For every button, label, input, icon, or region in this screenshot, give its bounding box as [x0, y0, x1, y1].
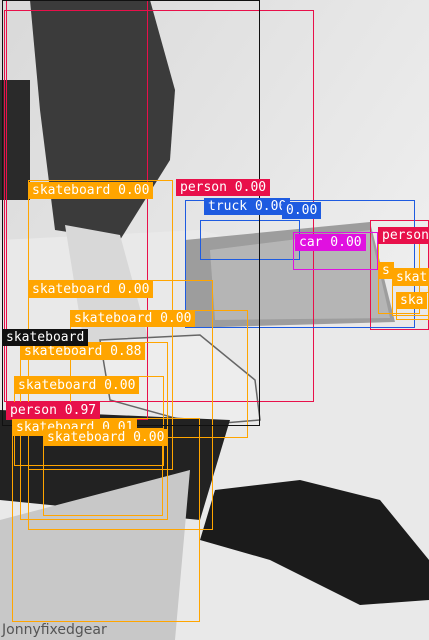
detection-label: person 0.00 [176, 179, 271, 196]
detection-label: person 0.97 [6, 402, 101, 419]
detection-label: skateboard [2, 329, 89, 346]
detection-label: truck 0.00 [204, 198, 291, 215]
detection-label: car 0.00 [295, 234, 366, 251]
photo-scene: person 0.00 person person 0.97 truck 0.0… [0, 0, 429, 640]
detection-label: person [378, 227, 429, 244]
detection-label: skateboard 0.00 [14, 377, 140, 394]
detection-label: skateboard 0.00 [28, 281, 154, 298]
detection-label: ska [396, 292, 428, 309]
detection-label: skateboard 0.00 [70, 310, 196, 327]
watermark-credit: Jonnyfixedgear [2, 622, 107, 638]
detection-label: skateboard 0.00 [28, 182, 154, 199]
detection-label: skat [392, 269, 429, 286]
detection-label: skateboard 0.00 [43, 429, 169, 446]
detection-label: 0.00 [282, 202, 322, 219]
